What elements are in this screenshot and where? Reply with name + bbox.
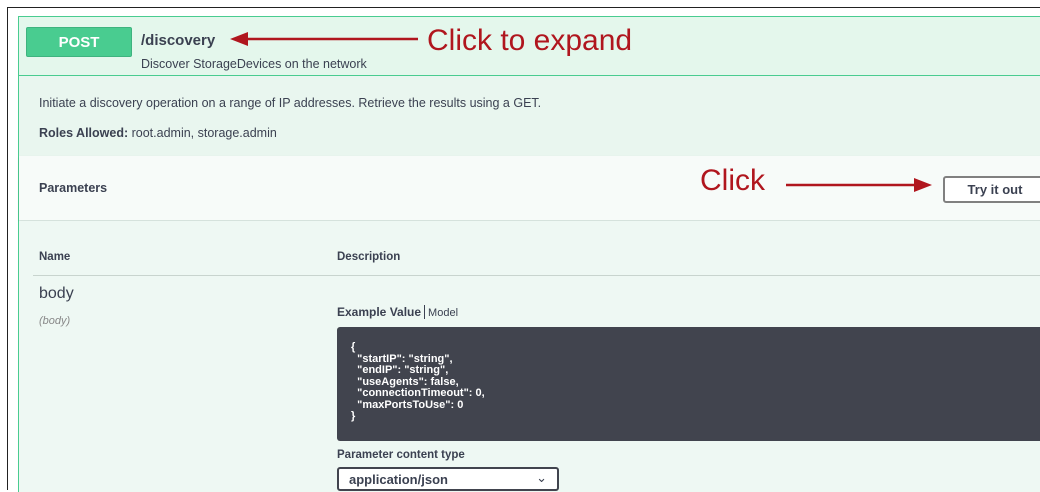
arrow-right-icon — [914, 178, 932, 192]
annotation-click-to-expand: Click to expand — [427, 24, 633, 57]
arrow-left-icon — [230, 32, 248, 46]
annotation-click: Click — [700, 164, 765, 197]
annotation-layer — [230, 32, 932, 192]
